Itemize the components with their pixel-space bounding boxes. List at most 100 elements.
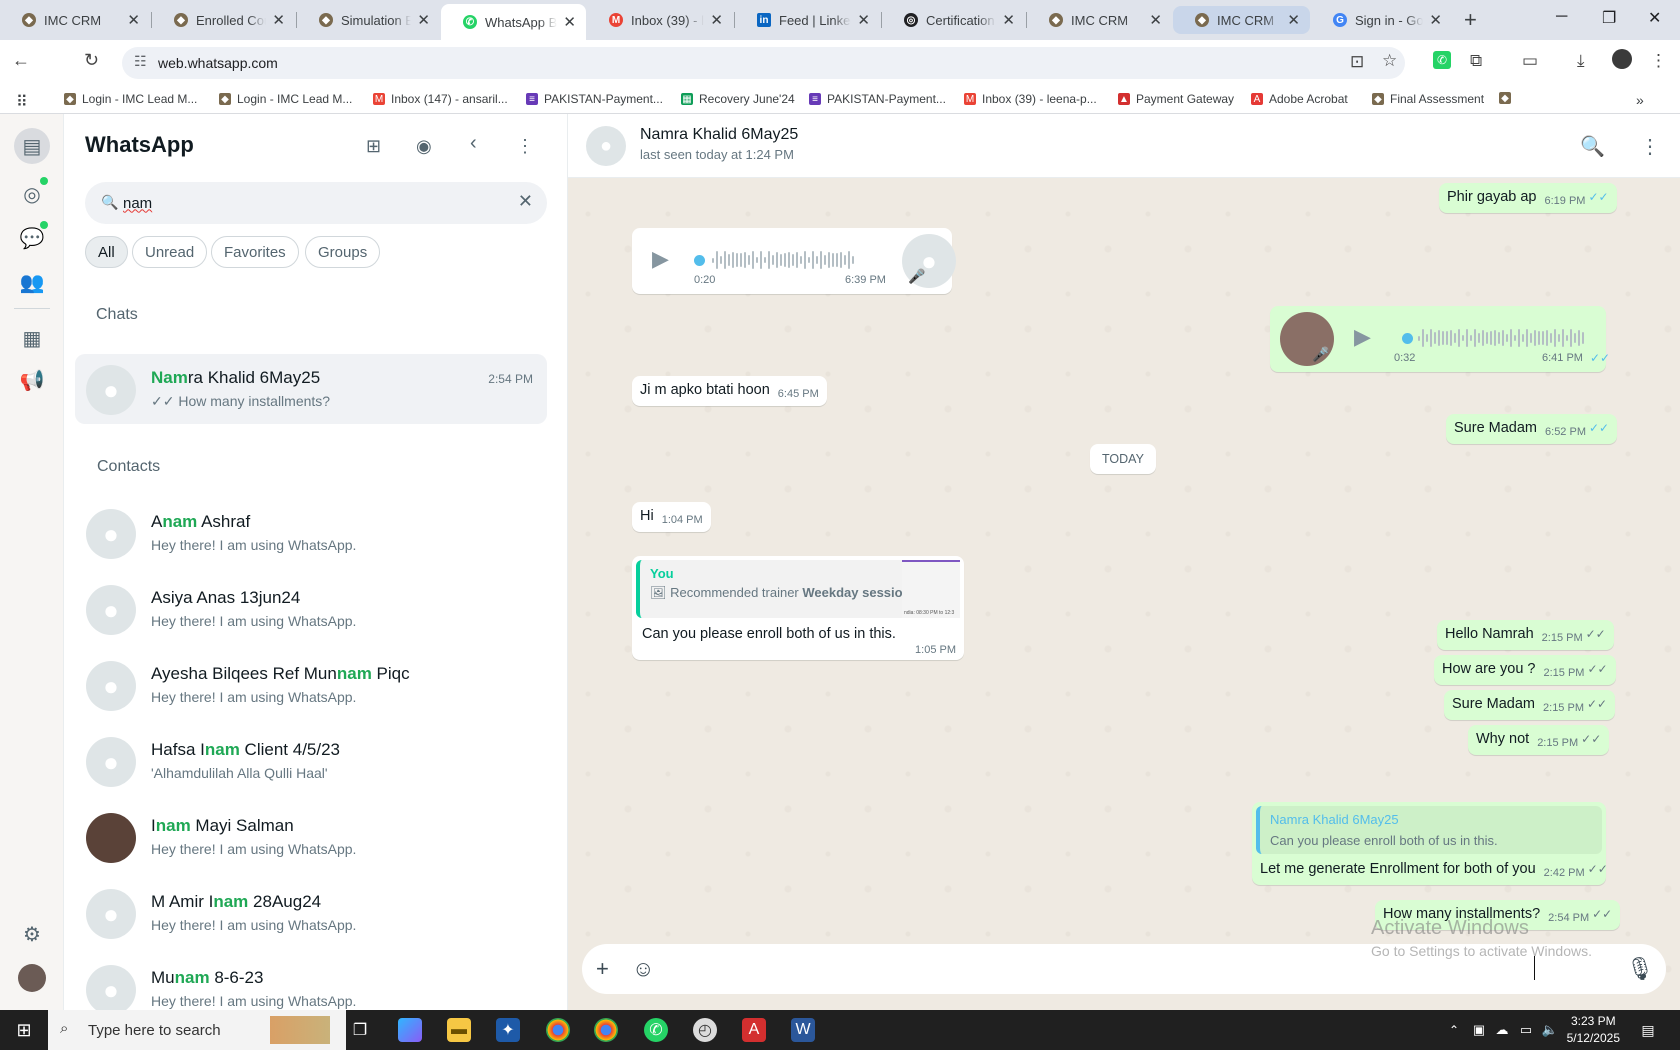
notifications-icon[interactable]: ▤ <box>1636 1018 1660 1042</box>
quoted-message[interactable]: You 🖼 Recommended trainer Weekday sessio… <box>636 560 960 618</box>
playback-dot[interactable] <box>1402 333 1413 344</box>
message-outgoing[interactable]: Hello Namrah 2:15 PM ✓✓ <box>1437 620 1614 650</box>
install-app-icon[interactable]: ⊡ <box>1350 52 1364 72</box>
message-outgoing[interactable]: How are you ? 2:15 PM ✓✓ <box>1434 655 1616 685</box>
bookmark-item[interactable]: A Adobe Acrobat <box>1251 92 1348 106</box>
close-tab-icon[interactable]: ✕ <box>1149 11 1162 29</box>
contact-row[interactable]: Inam Mayi Salman Hey there! I am using W… <box>75 802 547 872</box>
chrome-icon[interactable] <box>546 1018 570 1042</box>
message-incoming[interactable]: Hi 1:04 PM <box>632 502 711 532</box>
advertise-icon[interactable]: 📢 <box>18 366 46 394</box>
quoted-message[interactable]: Namra Khalid 6May25 Can you please enrol… <box>1256 806 1602 854</box>
close-tab-icon[interactable]: ✕ <box>1002 11 1015 29</box>
tab-whatsapp[interactable]: ✆ WhatsApp Bu ✕ <box>441 4 586 40</box>
voice-message-outgoing[interactable]: 🎤 ▶ 0:32 6:41 PM ✓✓ <box>1270 306 1610 372</box>
message-incoming[interactable]: Ji m apko btati hoon 6:45 PM <box>632 376 827 406</box>
cast-icon[interactable]: ▭ <box>1522 51 1538 71</box>
taskbar-search[interactable]: ⌕ Type here to search <box>48 1010 346 1050</box>
apps-grid-icon[interactable]: ⠿ <box>16 92 28 112</box>
back-icon[interactable]: ← <box>12 50 30 71</box>
play-icon[interactable]: ▶ <box>1354 324 1371 350</box>
attach-plus-icon[interactable]: + <box>596 956 609 982</box>
message-outgoing[interactable]: Why not 2:15 PM ✓✓ <box>1468 725 1610 755</box>
bookmark-item[interactable]: M Inbox (147) - ansaril... <box>373 92 508 106</box>
bookmark-item[interactable]: M Inbox (39) - leena-p... <box>964 92 1097 106</box>
menu-kebab-icon[interactable]: ⋮ <box>1640 134 1660 159</box>
bookmark-item[interactable]: ◆ Login - IMC Lead M... <box>219 92 352 106</box>
contact-row[interactable]: ● Hafsa Inam Client 4/5/23 'Alhamdulilah… <box>75 726 547 796</box>
maximize-icon[interactable]: ❐ <box>1602 8 1616 28</box>
search-input[interactable]: 🔍 nam ✕ <box>85 182 547 224</box>
copilot-icon[interactable] <box>398 1018 422 1042</box>
whatsapp-icon[interactable]: ✆ <box>644 1018 668 1042</box>
tab-imc-crm-2[interactable]: ◆ IMC CRM ✕ <box>1027 4 1172 36</box>
tab-google-signin[interactable]: G Sign in - Goo ✕ <box>1311 4 1452 36</box>
chat-header[interactable]: ● Namra Khalid 6May25 last seen today at… <box>568 114 1680 178</box>
show-hidden-icons[interactable]: ⌃ <box>1442 1018 1466 1042</box>
chrome-icon[interactable] <box>594 1018 618 1042</box>
file-explorer-icon[interactable]: ▬ <box>447 1018 471 1042</box>
microphone-icon[interactable]: 🎙 <box>1626 956 1654 982</box>
menu-kebab-icon[interactable]: ⋮ <box>516 136 534 157</box>
bookmark-item[interactable]: ◆ Final Assessment <box>1372 92 1484 106</box>
bookmark-item[interactable]: ▦ Recovery June'24 <box>681 92 795 106</box>
volume-icon[interactable]: 🔈 <box>1538 1018 1562 1042</box>
minimize-icon[interactable]: ─ <box>1556 8 1567 26</box>
chats-icon[interactable]: ▤ <box>14 128 50 164</box>
close-tab-icon[interactable]: ✕ <box>710 11 723 29</box>
contact-row[interactable]: ● Ayesha Bilqees Ref Munnam Piqc Hey the… <box>75 650 547 720</box>
message-outgoing[interactable]: Sure Madam 2:15 PM ✓✓ <box>1444 690 1616 720</box>
system-clock[interactable]: 3:23 PM 5/12/2025 <box>1567 1013 1620 1047</box>
search-icon[interactable]: 🔍 <box>1580 134 1605 159</box>
bookmark-item[interactable]: ◆ Login - IMC Lead M... <box>64 92 197 106</box>
business-tools-icon[interactable]: ▦ <box>18 324 46 352</box>
browser-menu-icon[interactable]: ⋮ <box>1650 51 1667 71</box>
close-window-icon[interactable]: ✕ <box>1648 8 1661 28</box>
sticker-emoji-icon[interactable]: ☺ <box>632 956 654 982</box>
filter-groups[interactable]: Groups <box>305 236 381 268</box>
tab-simulation[interactable]: ◆ Simulation Ex ✕ <box>297 4 440 36</box>
message-outgoing[interactable]: Phir gayab ap 6:19 PM ✓✓ <box>1439 183 1617 213</box>
new-tab-icon[interactable]: + <box>1464 7 1477 33</box>
contact-row[interactable]: ● Asiya Anas 13jun24 Hey there! I am usi… <box>75 574 547 644</box>
clock-app-icon[interactable]: ◴ <box>693 1018 717 1042</box>
bookmark-item[interactable]: ≡ PAKISTAN-Payment... <box>526 92 663 106</box>
filter-favorites[interactable]: Favorites <box>211 236 299 268</box>
tab-imc-crm-3[interactable]: ◆ IMC CRM ✕ <box>1173 6 1310 34</box>
reload-icon[interactable]: ↻ <box>84 50 99 71</box>
playback-dot[interactable] <box>694 255 705 266</box>
message-outgoing[interactable]: Sure Madam 6:52 PM ✓✓ <box>1446 414 1618 444</box>
bookmark-item[interactable]: ▲ Payment Gateway <box>1118 92 1234 106</box>
acrobat-icon[interactable]: A <box>742 1018 766 1042</box>
tab-imc-crm-1[interactable]: ◆ IMC CRM ✕ <box>0 4 150 36</box>
network-icon[interactable]: ▭ <box>1514 1018 1538 1042</box>
tab-gmail-inbox[interactable]: M Inbox (39) - le ✕ <box>587 4 733 36</box>
whatsapp-extension-icon[interactable]: ✆ <box>1433 51 1451 69</box>
bookmark-item[interactable]: ≡ PAKISTAN-Payment... <box>809 92 946 106</box>
close-tab-icon[interactable]: ✕ <box>1429 11 1442 29</box>
close-tab-icon[interactable]: ✕ <box>272 11 285 29</box>
bookmark-item[interactable]: ◆ <box>1499 92 1517 104</box>
filter-unread[interactable]: Unread <box>132 236 208 268</box>
hidden-eye-icon[interactable]: ◉ <box>416 136 432 157</box>
communities-icon[interactable]: 👥 <box>18 268 46 296</box>
profile-avatar[interactable] <box>1612 49 1632 69</box>
meet-icon[interactable]: ▣ <box>1467 1018 1491 1042</box>
address-bar[interactable]: ☷ web.whatsapp.com <box>122 47 1405 79</box>
close-tab-icon[interactable]: ✕ <box>127 11 140 29</box>
task-view-icon[interactable]: ❐ <box>348 1018 372 1042</box>
downloads-icon[interactable]: ⤓ <box>1577 51 1585 71</box>
contact-row[interactable]: ● M Amir Inam 28Aug24 Hey there! I am us… <box>75 878 547 948</box>
onedrive-icon[interactable]: ☁ <box>1490 1018 1514 1042</box>
more-bookmarks-icon[interactable]: » <box>1636 92 1644 108</box>
clear-search-icon[interactable]: ✕ <box>518 191 533 212</box>
filter-all[interactable]: All <box>85 236 128 268</box>
voice-message-incoming[interactable]: ▶ 0:20 6:39 PM ● 🎤 <box>632 228 956 294</box>
site-info-icon[interactable]: ☷ <box>134 53 147 70</box>
windows-start-icon[interactable]: ⊞ <box>12 1018 36 1042</box>
chevron-left-icon[interactable]: ‹ <box>470 132 477 155</box>
close-tab-icon[interactable]: ✕ <box>857 11 870 29</box>
close-tab-icon[interactable]: ✕ <box>563 13 576 31</box>
app-icon[interactable]: ✦ <box>496 1018 520 1042</box>
message-incoming-reply[interactable]: You 🖼 Recommended trainer Weekday sessio… <box>632 556 964 660</box>
